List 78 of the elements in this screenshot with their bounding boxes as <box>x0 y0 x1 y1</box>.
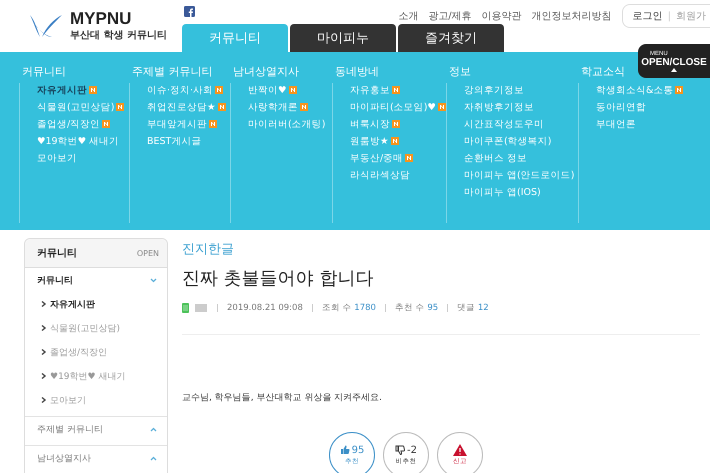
menu-item[interactable]: 사랑학개론 <box>248 100 335 114</box>
menu-item[interactable]: 부대언론 <box>596 117 701 131</box>
post-stat: 추천 수 95 <box>394 302 438 314</box>
sidebar-item[interactable]: ♥19학번♥ 새내기 <box>37 364 157 388</box>
sidebar-item[interactable]: 졸업생/직장인 <box>37 340 157 364</box>
top-link[interactable]: 소개 <box>398 9 418 23</box>
chevron-icon <box>41 373 46 379</box>
chevron-icon <box>41 301 46 307</box>
sidebar-item[interactable]: 모아보기 <box>37 388 157 412</box>
facebook-icon[interactable] <box>184 6 195 17</box>
menu-heading[interactable]: 주제별 커뮤니티 <box>132 64 212 79</box>
post-stat: 댓글 12 <box>457 302 489 314</box>
logo-subtitle: 부산대 학생 커뮤니티 <box>70 29 167 42</box>
menu-item[interactable]: 원룸방★ <box>350 134 449 148</box>
post-date: 2019.08.21 09:08 <box>227 303 303 313</box>
post-title: 진짜 촛불들어야 합니다 <box>182 267 374 290</box>
chevron-icon <box>150 278 157 282</box>
post-stat: 조회 수 1780 <box>322 302 376 314</box>
nav-tab[interactable]: 즐겨찾기 <box>398 24 504 52</box>
menu-item[interactable]: ♥19학번♥ 새내기 <box>37 134 132 148</box>
sidebar-section[interactable]: 커뮤니티 <box>37 268 157 292</box>
logo-name: MYPNU <box>70 10 132 28</box>
sidebar-item[interactable]: 자유게시판 <box>37 292 157 316</box>
top-link[interactable]: 개인정보처리방침 <box>532 9 612 23</box>
top-link[interactable]: 이용약관 <box>482 9 522 23</box>
level-icon <box>182 303 189 313</box>
menu-item[interactable]: 마이러버(소개팅) <box>248 117 335 131</box>
menu-item[interactable]: 벼룩시장 <box>350 117 449 131</box>
menu-item[interactable]: 반짝이♥ <box>248 83 335 97</box>
menu-item[interactable]: 식물원(고민상담) <box>37 100 132 114</box>
menu-heading[interactable]: 남녀상열지사 <box>233 64 299 79</box>
thumbs-up-icon <box>340 445 350 455</box>
nav-tab[interactable]: 마이피누 <box>290 24 396 52</box>
post-category[interactable]: 진지한글 <box>182 240 710 258</box>
menu-item[interactable]: 마이피누 앱(안드로이드) <box>464 168 581 182</box>
chevron-icon <box>150 456 157 460</box>
chevron-icon <box>41 397 46 403</box>
open-link[interactable]: OPEN <box>136 248 159 258</box>
redacted-name-icon <box>195 304 208 312</box>
menu-heading[interactable]: 학교소식 <box>581 64 625 79</box>
post-body: 교수님, 학우님들, 부산대학교 위상을 지켜주세요. <box>182 392 384 404</box>
sidebar-item[interactable]: 식물원(고민상담) <box>37 316 157 340</box>
menu-item[interactable]: 자취방후기정보 <box>464 100 581 114</box>
sidebar-title: 커뮤니티 <box>37 247 77 260</box>
sidebar-section[interactable]: 주제별 커뮤니티 <box>37 417 157 441</box>
menu-item[interactable]: 시간표작성도우미 <box>464 117 581 131</box>
menu-heading[interactable]: 정보 <box>449 64 471 79</box>
menu-item[interactable]: 마이피누 앱(IOS) <box>464 185 581 199</box>
caret-icon <box>671 68 677 72</box>
menu-item[interactable]: 자유게시판 <box>37 83 132 97</box>
menu-item[interactable]: 마이쿠폰(학생복지) <box>464 134 581 148</box>
signup-link[interactable]: 회원가 <box>676 9 706 23</box>
menu-item[interactable]: 학생회소식&소통 <box>596 83 701 97</box>
menu-item[interactable]: 강의후기정보 <box>464 83 581 97</box>
menu-item[interactable]: 취업진로상담★ <box>147 100 233 114</box>
chevron-icon <box>41 325 46 331</box>
menu-item[interactable]: 라식라섹상담 <box>350 168 449 182</box>
login-link[interactable]: 로그인 <box>632 9 663 23</box>
menu-item[interactable]: 마이파티(소모임)♥ <box>350 100 449 114</box>
menu-item[interactable]: 자유홍보 <box>350 83 449 97</box>
menu-item[interactable]: 모아보기 <box>37 151 132 165</box>
chevron-icon <box>150 426 157 432</box>
nav-tab[interactable]: 커뮤니티 <box>182 24 288 52</box>
sidebar-section[interactable]: 남녀상열지사 <box>37 446 157 470</box>
menu-item[interactable]: 졸업생/직장인 <box>37 117 132 131</box>
menu-heading[interactable]: 동네방네 <box>335 64 379 79</box>
menu-item[interactable]: 순환버스 정보 <box>464 151 581 165</box>
menu-item[interactable]: 부동산/중매 <box>350 151 449 165</box>
top-link[interactable]: 광고/제휴 <box>428 9 472 23</box>
separator: | <box>668 10 671 22</box>
warning-icon <box>453 444 467 456</box>
menu-heading[interactable]: 커뮤니티 <box>22 64 66 79</box>
menu-item[interactable]: 이슈·정치·사회 <box>147 83 233 97</box>
chevron-icon <box>41 349 46 355</box>
thumbs-down-icon <box>395 445 405 455</box>
menu-item[interactable]: BEST게시글 <box>147 134 233 148</box>
menu-item[interactable]: 부대앞게시판 <box>147 117 233 131</box>
menu-item[interactable]: 동아리연합 <box>596 100 701 114</box>
